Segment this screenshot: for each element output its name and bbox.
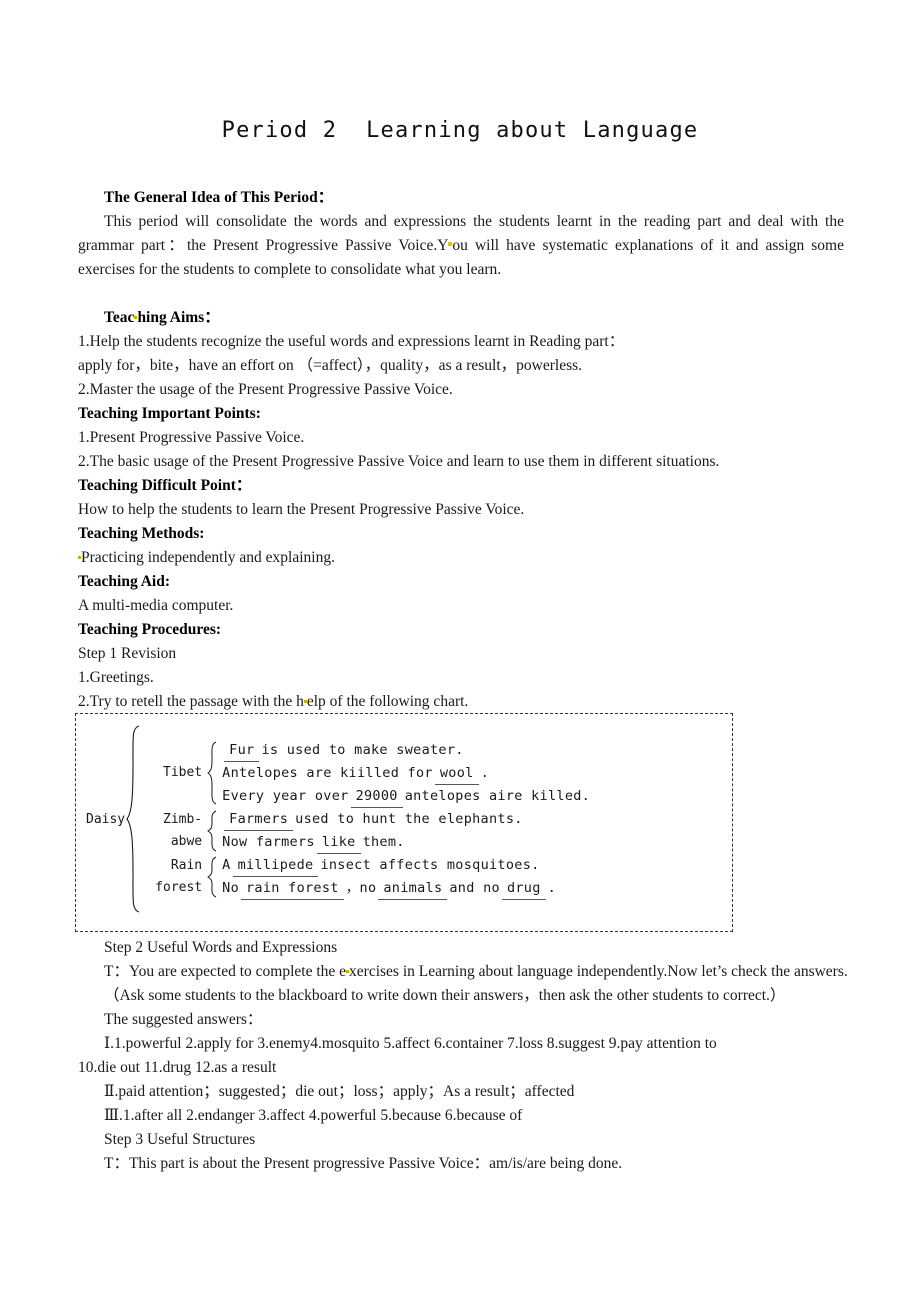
chart-group-label-tibet: Tibet — [163, 765, 203, 780]
chart-line-text: Antelopes are kiilled for — [222, 764, 433, 781]
procedures-step-1-b: 2.Try to retell the passage with the h el… — [78, 690, 844, 714]
methods-item-1: Practicing independently and explaining. — [78, 546, 844, 570]
section-heading-procedures: Teaching Procedures: — [78, 621, 222, 638]
chart-line-text: is used to make sweater. — [261, 741, 464, 758]
teaching-aims-item-1: 1.Help the students recognize the useful… — [78, 333, 625, 350]
methods-item-1-text: Practicing independently and explaining. — [81, 549, 335, 566]
chart-group-zimbabwe: Zimb- abwe Farmers used to hunt the eleph… — [140, 808, 590, 854]
chart-line-text: ，no — [345, 879, 377, 896]
answers-roman-3: Ⅲ.1.after all 2.endanger 3.affect 4.powe… — [104, 1107, 523, 1124]
lesson-plan-lower: Step 2 Useful Words and Expressions T：Yo… — [78, 936, 868, 1176]
chart-line-text: insect affects mosquitoes. — [320, 856, 540, 873]
chart-line-text: A — [222, 856, 231, 873]
chart-group-label-line1: Zimb- — [163, 811, 203, 827]
chart-line-text: and no — [449, 879, 500, 896]
page-title: Period 2 Learning about Language — [221, 118, 699, 143]
step-2-teacher-part2: xercises in Learning about language inde… — [349, 963, 848, 980]
chart-line-text: antelopes aire killed. — [404, 787, 591, 804]
chart-blank-answer: like — [316, 831, 361, 854]
chart-content: Daisy Tibet Fur is used to make sweater.… — [76, 714, 732, 931]
chart-blank-answer: millipede — [232, 854, 319, 877]
chart-group-label-zimbabwe: Zimb- abwe — [140, 809, 207, 853]
chart-line: Antelopes are kiilled for wool. — [222, 762, 590, 785]
paragraph-general-idea: This period will consolidate the words a… — [78, 210, 844, 282]
chart-line: Fur is used to make sweater. — [222, 739, 590, 762]
difficult-point-item-1: How to help the students to learn the Pr… — [78, 501, 525, 518]
chart-blank-answer: rain forest — [241, 877, 344, 900]
chart-group-rainforest: Rain forest Amillipede insect affects mos… — [140, 854, 590, 900]
chart-line-text: . — [480, 764, 489, 781]
section-heading-aid: Teaching Aid: — [78, 573, 171, 590]
outer-brace-icon — [126, 724, 140, 914]
step-2-title: Step 2 Useful Words and Expressions — [104, 939, 338, 956]
chart-line-text: them. — [362, 833, 405, 850]
step-1-b-part2: elp of the following chart. — [306, 693, 469, 710]
aid-item-1: A multi-media computer. — [78, 597, 234, 614]
chart-blank-answer: Fur — [224, 739, 260, 762]
procedures-step-1-a: 1.Greetings. — [78, 669, 154, 686]
answers-roman-1-cont: 10.die out 11.drug 12.as a result — [78, 1059, 277, 1076]
teaching-aims-heading-part2: hing Aims： — [137, 309, 220, 326]
suggested-answers-label: The suggested answers： — [104, 1011, 263, 1028]
chart-line: No rain forest ，no animals and no drug. — [222, 877, 556, 900]
chart-line: Every year over 29000 antelopes aire kille… — [222, 785, 590, 808]
chart-lines-zimbabwe: Farmers used to hunt the elephants. Now f… — [217, 808, 523, 854]
chart-group-label-line1: Rain — [170, 857, 203, 873]
chart-brace-tree: Daisy Tibet Fur is used to make sweater.… — [86, 724, 590, 914]
important-points-item-2: 2.The basic usage of the Present Progres… — [78, 453, 720, 470]
chart-blank-answer: wool — [434, 762, 479, 785]
chart-line-text: . — [547, 879, 557, 896]
chart-lines-rainforest: Amillipede insect affects mosquitoes. No r… — [217, 854, 556, 900]
group-brace-icon-tibet — [207, 740, 217, 806]
retell-chart-box: Daisy Tibet Fur is used to make sweater.… — [75, 713, 733, 932]
step-2-teacher-part1: T：You are expected to complete the e — [104, 963, 347, 980]
step-2-teacher-line: T：You are expected to complete the e xerc… — [78, 960, 868, 984]
step-3-title: Step 3 Useful Structures — [104, 1131, 256, 1148]
document-page: Period 2 Learning about Language The Gen… — [0, 0, 920, 1302]
section-heading-general-idea: The General Idea of This Period： — [104, 189, 334, 206]
chart-group-label-line2: forest — [155, 879, 203, 895]
group-brace-icon-zimbabwe — [207, 809, 217, 853]
chart-blank-answer: 29000 — [350, 785, 403, 808]
chart-blank-answer: drug — [501, 877, 546, 900]
section-heading-teaching-aims: Teac hing Aims： — [78, 306, 844, 330]
teaching-aims-heading-part1: Teac — [104, 309, 135, 326]
section-heading-important-points: Teaching Important Points: — [78, 405, 261, 422]
answers-roman-2: Ⅱ.paid attention；suggested；die out；loss；… — [104, 1083, 575, 1100]
chart-group-tibet: Tibet Fur is used to make sweater. Antelo… — [140, 739, 590, 808]
chart-lines-tibet: Fur is used to make sweater. Antelopes ar… — [217, 739, 590, 808]
chart-line-text: Now farmers — [222, 833, 315, 850]
chart-group-label-rainforest: Rain forest — [140, 855, 207, 899]
chart-line: Farmers used to hunt the elephants. — [222, 808, 523, 831]
lesson-plan-body: The General Idea of This Period： This pe… — [78, 186, 844, 714]
chart-root-label: Daisy — [86, 811, 126, 827]
answers-roman-1: Ⅰ.1.powerful 2.apply for 3.enemy4.mosqui… — [104, 1035, 717, 1052]
step-2-note: （Ask some students to the blackboard to … — [104, 987, 786, 1004]
chart-groups: Tibet Fur is used to make sweater. Antelo… — [140, 739, 590, 900]
teaching-aims-word-list: apply for，bite，have an effort on （=affec… — [78, 357, 583, 374]
step-1-b-part1: 2.Try to retell the passage with the h — [78, 693, 304, 710]
chart-blank-answer: Farmers — [224, 808, 294, 831]
teaching-aims-item-2: 2.Master the usage of the Present Progre… — [78, 381, 453, 398]
step-3-teacher-line: T：This part is about the Present progres… — [104, 1155, 623, 1172]
group-brace-icon-rainforest — [207, 855, 217, 899]
chart-line-text: No — [222, 879, 239, 896]
section-heading-difficult-point: Teaching Difficult Point： — [78, 477, 252, 494]
chart-line-text: used to hunt the elephants. — [295, 810, 523, 827]
chart-line: Amillipede insect affects mosquitoes. — [222, 854, 556, 877]
important-points-item-1: 1.Present Progressive Passive Voice. — [78, 429, 305, 446]
chart-line: Now farmers like them. — [222, 831, 523, 854]
procedures-step-1: Step 1 Revision — [78, 645, 177, 662]
chart-line-text: Every year over — [222, 787, 349, 804]
section-heading-methods: Teaching Methods: — [78, 525, 205, 542]
chart-group-label-line2: abwe — [170, 833, 203, 849]
chart-blank-answer: animals — [378, 877, 448, 900]
